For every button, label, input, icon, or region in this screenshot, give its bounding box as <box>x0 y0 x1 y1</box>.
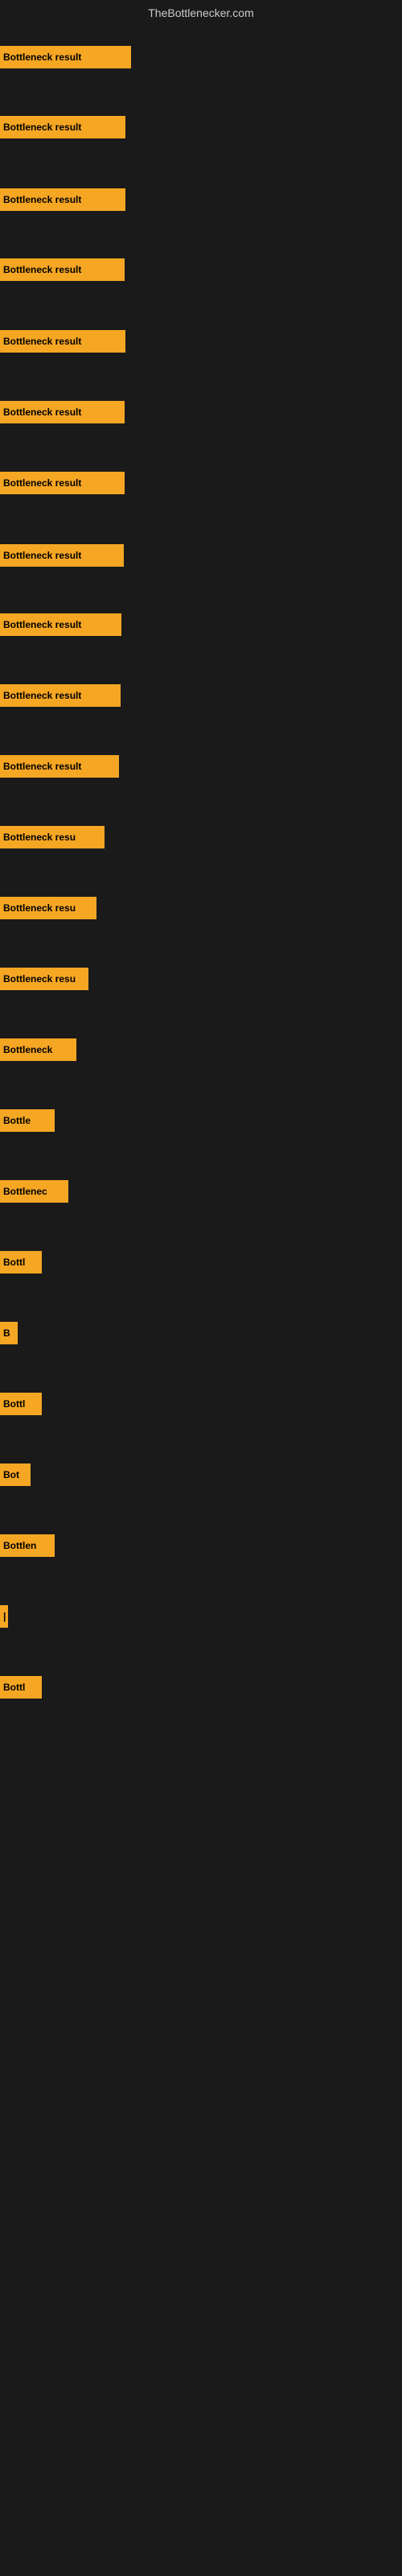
bottleneck-bar-8[interactable]: Bottleneck result <box>0 544 124 567</box>
bottleneck-bar-label-22: Bottlen <box>3 1540 36 1551</box>
bottleneck-bar-label-8: Bottleneck result <box>3 550 81 561</box>
bottleneck-bar-label-1: Bottleneck result <box>3 52 81 63</box>
bottleneck-bar-1[interactable]: Bottleneck result <box>0 46 131 68</box>
bottleneck-bar-label-23: | <box>3 1611 6 1622</box>
bottleneck-bar-6[interactable]: Bottleneck result <box>0 401 125 423</box>
bottleneck-bar-label-20: Bottl <box>3 1398 25 1410</box>
bottleneck-bar-label-14: Bottleneck resu <box>3 973 76 985</box>
bottleneck-bar-label-12: Bottleneck resu <box>3 832 76 843</box>
site-title: TheBottlenecker.com <box>0 0 402 26</box>
bottleneck-bar-11[interactable]: Bottleneck result <box>0 755 119 778</box>
bottleneck-bar-label-19: B <box>3 1327 10 1339</box>
bottleneck-bar-label-15: Bottleneck <box>3 1044 52 1055</box>
bottleneck-bar-22[interactable]: Bottlen <box>0 1534 55 1557</box>
bottleneck-bar-17[interactable]: Bottlenec <box>0 1180 68 1203</box>
bottleneck-bar-16[interactable]: Bottle <box>0 1109 55 1132</box>
bottleneck-bar-2[interactable]: Bottleneck result <box>0 116 125 138</box>
bottleneck-bar-23[interactable]: | <box>0 1605 8 1628</box>
bottleneck-bar-label-2: Bottleneck result <box>3 122 81 133</box>
bottleneck-bar-19[interactable]: B <box>0 1322 18 1344</box>
bottleneck-bar-label-24: Bottl <box>3 1682 25 1693</box>
bottleneck-bar-21[interactable]: Bot <box>0 1463 31 1486</box>
bottleneck-bar-label-21: Bot <box>3 1469 19 1480</box>
bottleneck-bar-20[interactable]: Bottl <box>0 1393 42 1415</box>
bottleneck-bar-9[interactable]: Bottleneck result <box>0 613 121 636</box>
bottleneck-bar-label-9: Bottleneck result <box>3 619 81 630</box>
bottleneck-bar-label-7: Bottleneck result <box>3 477 81 489</box>
bottleneck-bar-12[interactable]: Bottleneck resu <box>0 826 105 848</box>
bottleneck-bar-15[interactable]: Bottleneck <box>0 1038 76 1061</box>
bottleneck-bar-label-5: Bottleneck result <box>3 336 81 347</box>
bottleneck-bar-4[interactable]: Bottleneck result <box>0 258 125 281</box>
bottleneck-bar-3[interactable]: Bottleneck result <box>0 188 125 211</box>
bottleneck-bar-24[interactable]: Bottl <box>0 1676 42 1699</box>
bottleneck-bar-label-6: Bottleneck result <box>3 407 81 418</box>
bottleneck-bar-7[interactable]: Bottleneck result <box>0 472 125 494</box>
bottleneck-bar-label-4: Bottleneck result <box>3 264 81 275</box>
bottleneck-bar-5[interactable]: Bottleneck result <box>0 330 125 353</box>
bottleneck-bar-13[interactable]: Bottleneck resu <box>0 897 96 919</box>
bottleneck-bar-label-11: Bottleneck result <box>3 761 81 772</box>
bottleneck-bar-label-3: Bottleneck result <box>3 194 81 205</box>
bottleneck-bar-label-18: Bottl <box>3 1257 25 1268</box>
bottleneck-bar-label-16: Bottle <box>3 1115 31 1126</box>
bottleneck-bar-label-13: Bottleneck resu <box>3 902 76 914</box>
bottleneck-bar-10[interactable]: Bottleneck result <box>0 684 121 707</box>
bottleneck-bar-label-10: Bottleneck result <box>3 690 81 701</box>
bottleneck-bar-18[interactable]: Bottl <box>0 1251 42 1274</box>
bottleneck-bar-14[interactable]: Bottleneck resu <box>0 968 88 990</box>
bottleneck-bar-label-17: Bottlenec <box>3 1186 47 1197</box>
